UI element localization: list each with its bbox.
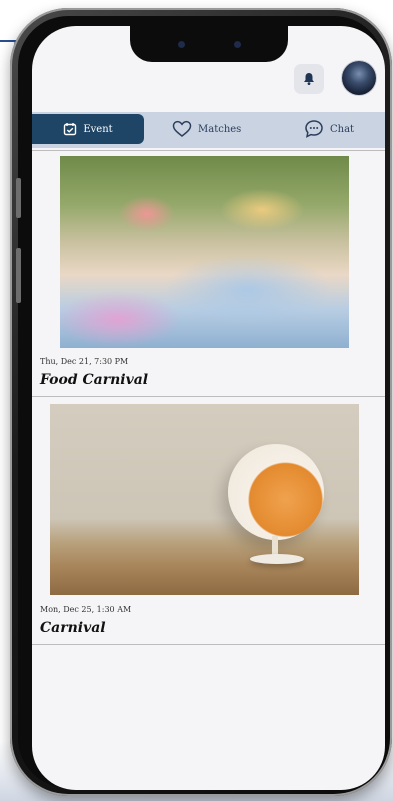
event-title[interactable]: Food Carnival — [40, 372, 148, 388]
tab-matches-label: Matches — [198, 123, 242, 135]
tab-bar: Event Matches Chat — [32, 112, 385, 148]
chat-bubble-icon — [305, 120, 323, 138]
tab-chat-label: Chat — [330, 123, 355, 135]
tab-event-label: Event — [83, 123, 113, 135]
calendar-check-icon — [64, 123, 77, 136]
tab-chat[interactable]: Chat — [304, 114, 354, 144]
phone-side-button — [16, 178, 21, 218]
bell-icon — [304, 73, 314, 85]
chair-shape — [228, 444, 324, 540]
tab-event[interactable]: Event — [32, 114, 144, 144]
sensor-dot — [234, 41, 241, 48]
phone-notch — [130, 26, 288, 62]
event-image-carnival[interactable] — [50, 404, 359, 595]
camera-dot — [178, 41, 185, 48]
phone-side-button — [16, 248, 21, 303]
event-image-food-carnival[interactable] — [60, 156, 349, 348]
chair-base — [250, 554, 304, 564]
heart-icon — [172, 120, 192, 137]
notification-button[interactable] — [294, 64, 324, 94]
app-screen: Event Matches Chat Thu, Dec 21, 7:30 PM … — [32, 26, 385, 790]
event-date: Thu, Dec 21, 7:30 PM — [40, 357, 129, 366]
card-divider — [32, 396, 385, 397]
tab-divider — [32, 150, 385, 151]
event-title[interactable]: Carnival — [40, 620, 106, 636]
tab-matches[interactable]: Matches — [172, 114, 241, 144]
phone-frame: Event Matches Chat Thu, Dec 21, 7:30 PM … — [10, 8, 392, 796]
avatar[interactable] — [342, 61, 376, 95]
event-date: Mon, Dec 25, 1:30 AM — [40, 605, 132, 614]
card-divider — [32, 644, 385, 645]
